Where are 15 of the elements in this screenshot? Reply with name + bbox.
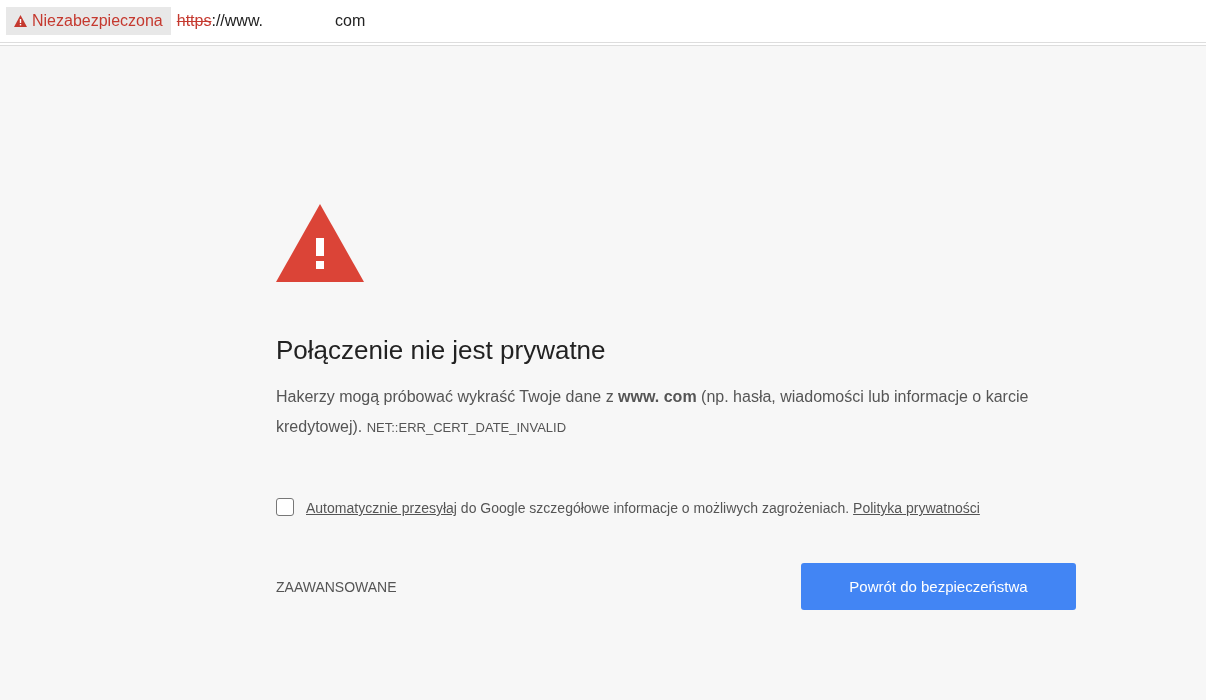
security-chip[interactable]: Niezabezpieczona [6, 7, 171, 35]
report-checkbox[interactable] [276, 498, 294, 516]
warning-icon [276, 204, 364, 282]
url-scheme: https [176, 12, 212, 30]
back-to-safety-button[interactable]: Powrót do bezpieczeństwa [801, 563, 1076, 610]
report-text: Automatycznie przesyłaj do Google szczegółowe informacje o możliwych zagrożeniach. Polityka prywatności [306, 499, 980, 518]
warning-icon [14, 15, 27, 27]
url-text: ://www. [211, 12, 263, 30]
url-text: com [335, 12, 366, 30]
error-description: Hakerzy mogą próbować wykraść Twoje dane z www. com (np. hasła, wiadomości lub informacje o karcie kredytowej). NET::ERR_CERT_DATE_INVALID [276, 387, 1030, 437]
error-heading: Połączenie nie jest prywatne [276, 335, 607, 366]
report-link[interactable]: Automatycznie przesyłaj [306, 500, 457, 516]
security-label: Niezabezpieczona [32, 12, 163, 30]
advanced-button[interactable]: ZAAWANSOWANE [276, 578, 397, 595]
privacy-link[interactable]: Polityka prywatności [853, 500, 980, 516]
